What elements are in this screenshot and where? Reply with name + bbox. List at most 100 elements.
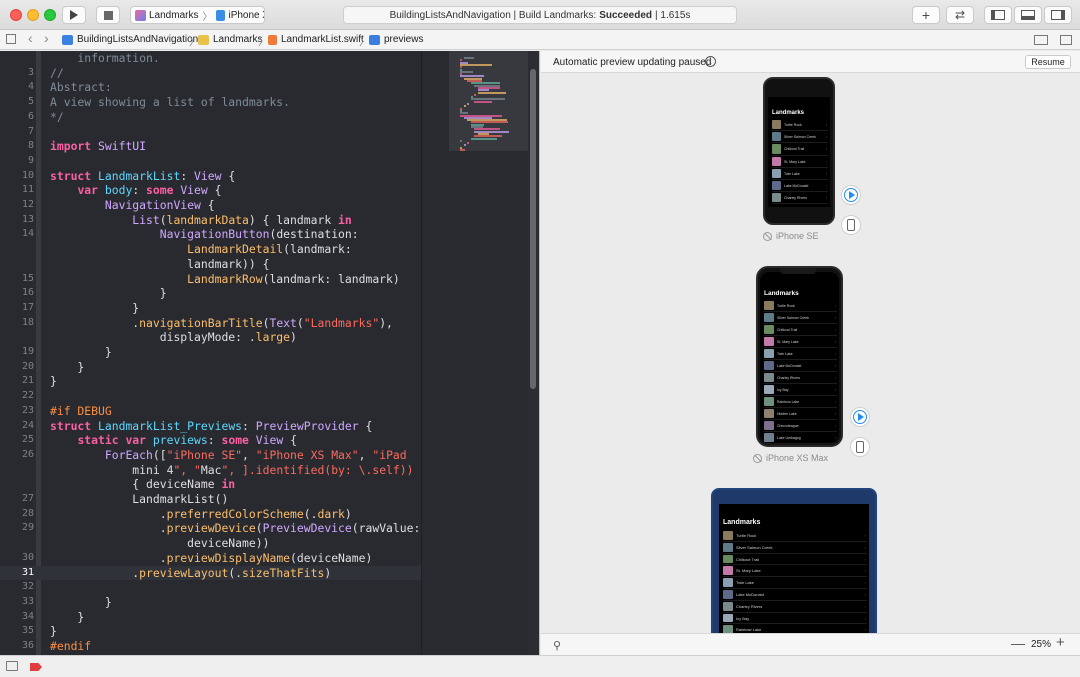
code-line[interactable]: 33 } <box>0 595 421 610</box>
preview-on-device-button[interactable] <box>850 437 870 457</box>
close-window-button[interactable] <box>10 9 22 21</box>
stop-button[interactable] <box>96 6 120 24</box>
minimap-line <box>463 57 475 59</box>
landmark-name: Chilkoot Trail <box>777 328 798 332</box>
landmark-thumbnail <box>764 433 774 442</box>
breadcrumb-folder[interactable]: Landmarks <box>198 34 262 45</box>
minimap[interactable] <box>421 51 529 655</box>
breadcrumb-project[interactable]: BuildingListsAndNavigation <box>62 34 198 45</box>
code-line[interactable]: 6 */ <box>0 110 421 125</box>
code-line[interactable]: 18 .navigationBarTitle(Text("Landmarks")… <box>0 316 421 331</box>
code-line[interactable]: { deviceName in <box>0 477 421 492</box>
code-line[interactable]: deviceName)) <box>0 536 421 551</box>
breadcrumb-symbol[interactable]: previews <box>369 34 423 45</box>
inspector-toggle-button[interactable] <box>1044 6 1072 24</box>
pin-icon[interactable]: ⚲ <box>553 639 561 652</box>
zoom-window-button[interactable] <box>44 9 56 21</box>
code-line[interactable]: 34 } <box>0 610 421 625</box>
code-line[interactable]: 29 .previewDevice(PreviewDevice(rawValue… <box>0 521 421 536</box>
code-line[interactable]: LandmarkDetail(landmark: <box>0 242 421 257</box>
code-line[interactable]: 14 NavigationButton(destination: <box>0 227 421 242</box>
breadcrumb-file[interactable]: LandmarkList.swift <box>268 34 364 45</box>
code-line[interactable]: mini 4", "Mac", ].identified(by: \.self)… <box>0 463 421 478</box>
code-review-button[interactable]: ⇄ <box>946 6 974 24</box>
show-debug-area-icon[interactable] <box>6 661 18 671</box>
code-line[interactable]: 30 .previewDisplayName(deviceName) <box>0 551 421 566</box>
minimize-window-button[interactable] <box>27 9 39 21</box>
navigator-toggle-button[interactable] <box>984 6 1012 24</box>
breadcrumb-symbol-label: previews <box>384 34 424 45</box>
code-line[interactable]: 10 struct LandmarkList: View { <box>0 169 421 184</box>
code-line[interactable]: 8 import SwiftUI <box>0 139 421 154</box>
live-preview-button[interactable] <box>841 185 861 205</box>
code-line[interactable]: 15 LandmarkRow(landmark: landmark) <box>0 272 421 287</box>
code-line[interactable]: 22 <box>0 389 421 404</box>
code-line[interactable]: 24 struct LandmarkList_Previews: PreviewP… <box>0 419 421 434</box>
code-line[interactable]: 4 Abstract: <box>0 80 421 95</box>
code-line[interactable]: information. <box>0 51 421 66</box>
screen-title: Landmarks <box>723 519 761 526</box>
zoom-out-button[interactable]: — <box>1011 635 1025 651</box>
code-text: .previewDisplayName(deviceName) <box>50 550 373 565</box>
code-line[interactable]: landmark)) { <box>0 257 421 272</box>
run-button[interactable] <box>62 6 86 24</box>
line-number: 21 <box>21 375 34 387</box>
related-items-icon[interactable] <box>6 34 16 44</box>
add-editor-icon[interactable] <box>1060 35 1072 45</box>
resume-button[interactable]: Resume <box>1025 55 1071 69</box>
breakpoints-icon[interactable] <box>30 663 42 671</box>
line-number: 5 <box>27 96 34 108</box>
code-line[interactable]: 17 } <box>0 301 421 316</box>
landmark-name: St. Mary Lake <box>784 159 806 164</box>
preview-on-device-button[interactable] <box>841 215 861 235</box>
code-text: .preferredColorScheme(.dark) <box>50 506 352 521</box>
zoom-in-button[interactable]: + <box>1056 634 1065 651</box>
landmark-thumbnail <box>772 132 781 142</box>
folder-icon <box>198 34 209 45</box>
code-line[interactable]: 28 .preferredColorScheme(.dark) <box>0 507 421 522</box>
code-line[interactable]: 13 List(landmarkData) { landmark in <box>0 213 421 228</box>
code-line[interactable]: 35} <box>0 624 421 639</box>
landmark-thumbnail <box>764 421 774 430</box>
chevron-right-icon: › <box>864 544 866 550</box>
code-line[interactable]: 23 #if DEBUG <box>0 404 421 419</box>
code-line[interactable]: 7 <box>0 125 421 140</box>
live-preview-button[interactable] <box>850 407 870 427</box>
editor-scrollbar[interactable] <box>530 69 536 389</box>
info-icon[interactable]: i <box>705 56 716 67</box>
landmark-row: Turtle Rock › <box>772 119 828 132</box>
forward-button[interactable]: › <box>44 30 49 46</box>
code-text: #if DEBUG <box>50 403 112 418</box>
activity-time: | 1.615s <box>655 9 691 21</box>
chevron-right-icon: › <box>825 123 827 127</box>
code-line[interactable]: 25 static var previews: some View { <box>0 433 421 448</box>
code-line[interactable]: 21} <box>0 374 421 389</box>
code-line[interactable]: 9 <box>0 154 421 169</box>
code-text: displayMode: .large) <box>50 330 297 345</box>
code-line[interactable]: 19 } <box>0 345 421 360</box>
scheme-selector[interactable]: Landmarks 〉 iPhone Xʀ <box>130 6 265 24</box>
code-line[interactable]: displayMode: .large) <box>0 330 421 345</box>
source-editor[interactable]: information. 3 // 4 Abstract: 5 A view showing… <box>0 51 421 655</box>
code-line[interactable]: 27 LandmarkList() <box>0 492 421 507</box>
chevron-right-icon: › <box>834 412 836 416</box>
code-line[interactable]: 26 ForEach(["iPhone SE", "iPhone XS Max"… <box>0 448 421 463</box>
landmark-name: Rainbow Lake <box>777 400 800 404</box>
code-line[interactable]: 16 } <box>0 286 421 301</box>
debug-area-toggle-button[interactable] <box>1014 6 1042 24</box>
left-panel-icon <box>991 10 1005 20</box>
code-line[interactable]: 3 // <box>0 66 421 81</box>
code-line[interactable]: 5 A view showing a list of landmarks. <box>0 95 421 110</box>
code-line[interactable]: 20 } <box>0 360 421 375</box>
code-line[interactable]: 36 #endif <box>0 639 421 654</box>
adjust-editor-options-icon[interactable] <box>1034 35 1048 45</box>
code-line[interactable]: 11 var body: some View { <box>0 183 421 198</box>
code-line[interactable]: 12 NavigationView { <box>0 198 421 213</box>
code-line[interactable]: 31 .previewLayout(.sizeThatFits) <box>0 565 421 581</box>
code-line[interactable]: 32 <box>0 580 421 595</box>
library-button[interactable]: + <box>912 6 940 24</box>
back-button[interactable]: ‹ <box>28 30 33 46</box>
landmark-row: Hidden Lake › <box>764 408 837 420</box>
landmark-row: Charley Rivers › <box>723 601 867 613</box>
zoom-level[interactable]: 25% <box>1031 639 1051 650</box>
